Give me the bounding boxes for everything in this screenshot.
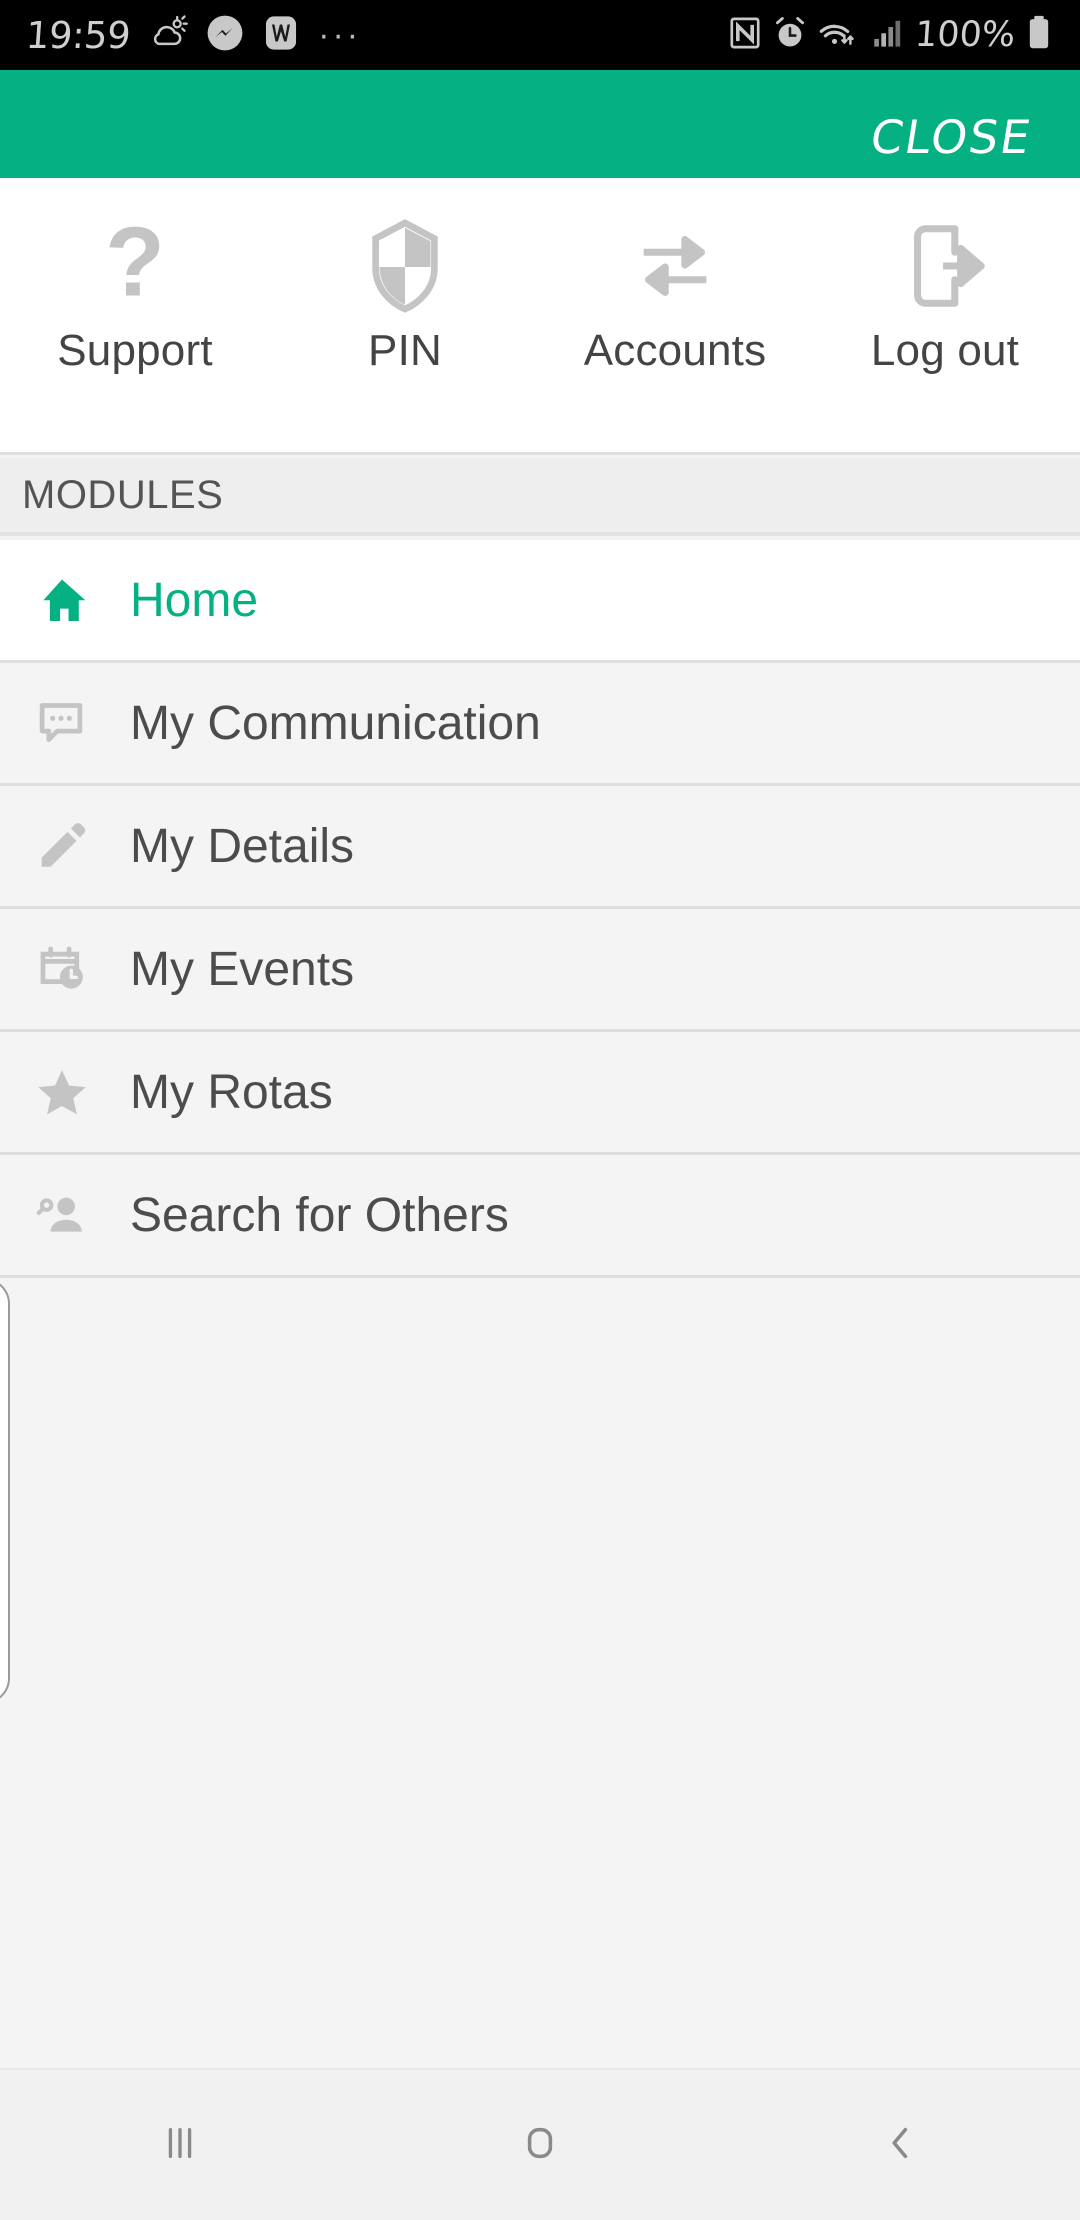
swap-arrows-icon	[626, 214, 724, 318]
back-button[interactable]	[720, 2118, 1080, 2173]
alarm-icon	[772, 15, 808, 56]
close-button[interactable]: CLOSE	[867, 110, 1036, 164]
app-bar: CLOSE	[0, 70, 1080, 178]
sidebar-item-my-events[interactable]: My Events	[0, 909, 1080, 1032]
account-toolbar: ? Support PIN Accounts Log out	[0, 178, 1080, 455]
system-nav-bar	[0, 2068, 1080, 2220]
sidebar-label-home: Home	[130, 573, 259, 627]
status-bar: 19:59 ··· 100%	[0, 0, 1080, 70]
pencil-icon	[34, 819, 126, 873]
sidebar-label-search-for-others: Search for Others	[130, 1188, 509, 1242]
toolbar-item-pin[interactable]: PIN	[270, 178, 540, 376]
logout-icon	[896, 214, 994, 318]
toolbar-label-pin: PIN	[368, 326, 442, 375]
messenger-icon	[206, 14, 244, 57]
sidebar-label-my-communication: My Communication	[130, 696, 541, 750]
sidebar-item-my-details[interactable]: My Details	[0, 786, 1080, 909]
question-mark-icon: ?	[89, 214, 181, 318]
status-bar-left: 19:59 ···	[24, 13, 362, 58]
sidebar-item-home[interactable]: Home	[0, 540, 1080, 663]
signal-icon	[870, 16, 904, 55]
recents-button[interactable]	[0, 2118, 360, 2173]
home-icon	[34, 572, 126, 628]
sidebar-label-my-rotas: My Rotas	[130, 1065, 333, 1119]
sidebar-item-search-for-others[interactable]: Search for Others	[0, 1155, 1080, 1278]
status-overflow-icon: ···	[318, 16, 362, 54]
toolbar-item-support[interactable]: ? Support	[0, 178, 270, 376]
status-bar-clock: 19:59	[24, 13, 132, 57]
toolbar-label-support: Support	[57, 326, 213, 375]
sidebar-item-my-communication[interactable]: My Communication	[0, 663, 1080, 786]
sidebar-item-my-rotas[interactable]: My Rotas	[0, 1032, 1080, 1155]
content-area	[0, 1280, 1080, 2080]
status-bar-right: 100%	[727, 14, 1054, 57]
phone-screen: 19:59 ··· 100% CLOSE ? Support PIN Accou…	[0, 0, 1080, 2220]
star-icon	[34, 1064, 126, 1120]
toolbar-item-logout[interactable]: Log out	[810, 178, 1080, 376]
calendar-clock-icon	[34, 942, 126, 996]
toolbar-label-logout: Log out	[870, 326, 1020, 375]
toolbar-label-accounts: Accounts	[583, 326, 767, 375]
nfc-icon	[727, 15, 763, 56]
svg-text:?: ?	[105, 217, 165, 315]
modules-list: Home My Communication My Details My Even…	[0, 540, 1080, 1278]
recents-icon	[155, 2118, 205, 2173]
shield-icon	[359, 214, 451, 318]
home-square-icon	[515, 2118, 565, 2173]
chat-bubble-icon	[34, 696, 126, 750]
back-chevron-icon	[875, 2118, 925, 2173]
person-search-icon	[34, 1188, 126, 1242]
modules-section-label: MODULES	[22, 472, 224, 517]
home-button[interactable]	[360, 2118, 720, 2173]
weather-partly-cloudy-icon	[148, 13, 188, 58]
battery-full-icon	[1024, 14, 1054, 57]
background-panel-edge	[0, 1278, 10, 1704]
toolbar-item-accounts[interactable]: Accounts	[540, 178, 810, 376]
battery-percent-label: 100%	[913, 15, 1017, 55]
wifi-icon	[817, 15, 861, 56]
sidebar-label-my-events: My Events	[130, 942, 355, 996]
modules-section-header: MODULES	[0, 458, 1080, 536]
sidebar-label-my-details: My Details	[130, 819, 355, 873]
wordpress-icon	[262, 14, 300, 57]
